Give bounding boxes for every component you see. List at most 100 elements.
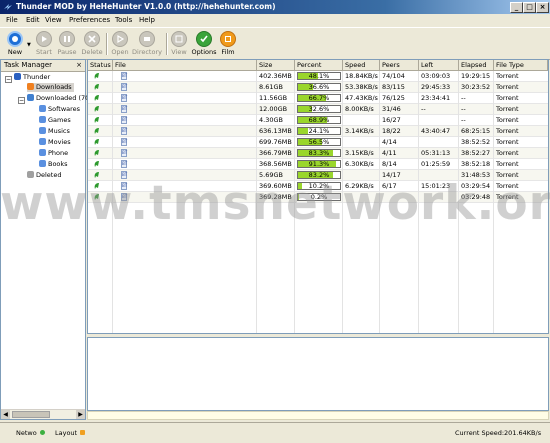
table-row[interactable]: BT369.28MB03:29:48Torrent0.2% [88, 192, 548, 203]
close-button[interactable]: × [536, 2, 549, 13]
column-elapsed[interactable]: Elapsed [459, 60, 494, 71]
table-row[interactable]: BT366.79MB3.15KB/s4/1105:31:1338:52:27To… [88, 148, 548, 159]
column-percent[interactable]: Percent [295, 60, 343, 71]
elapsed-cell: -- [459, 115, 494, 125]
column-divider [342, 71, 343, 333]
film-button[interactable]: Film [218, 31, 238, 58]
layout-status[interactable]: Layout [55, 429, 85, 437]
progress-bar: 36.6% [297, 83, 341, 91]
size-cell: 12.00GB [257, 104, 295, 114]
downloading-status-icon [93, 160, 101, 168]
title-bar[interactable]: Thunder MOD by HeHeHunter V1.0.0 (http:/… [0, 0, 550, 14]
table-row[interactable]: BT368.56MB6.30KB/s8/1401:25:5938:52:18To… [88, 159, 548, 170]
column-left[interactable]: Left [419, 60, 459, 71]
column-divider [458, 71, 459, 333]
elapsed-cell: -- [459, 104, 494, 114]
menu-view[interactable]: View [45, 16, 62, 24]
network-status-icon [40, 430, 45, 435]
menu-preferences[interactable]: Preferences [69, 16, 110, 24]
close-icon[interactable]: × [76, 60, 82, 71]
menu-file[interactable]: File [6, 16, 18, 24]
menu-tools[interactable]: Tools [115, 16, 132, 24]
tree-root-thunder[interactable]: Thunder [14, 73, 50, 82]
progress-bar: 24.1% [297, 127, 341, 135]
table-row[interactable]: BT4.30GB16/27--Torrent68.9% [88, 115, 548, 126]
new-button[interactable]: New [3, 31, 27, 58]
delete-button[interactable]: Delete [79, 31, 105, 58]
column-file-type[interactable]: File Type [494, 60, 548, 71]
left-cell: 23:34:41 [419, 93, 459, 103]
tree-item-downloaded[interactable]: Downloaded (70 [27, 94, 89, 103]
column-speed[interactable]: Speed [343, 60, 380, 71]
column-divider [379, 71, 380, 333]
open-icon [112, 31, 128, 47]
tree-item-games[interactable]: Games [39, 116, 71, 125]
elapsed-cell: 19:29:15 [459, 71, 494, 81]
percent-label: 91.3% [298, 161, 340, 167]
speed-cell: 53.38KB/s [343, 82, 380, 92]
table-row[interactable]: BT402.36MB18.84KB/s74/10403:09:0319:29:1… [88, 71, 548, 82]
tree-item-phone[interactable]: Phone [39, 149, 68, 158]
toolbar: New ▼ Start Pause Delete Open Directory [0, 27, 550, 60]
file-type-cell: Torrent [494, 104, 548, 114]
column-size[interactable]: Size [257, 60, 295, 71]
film-icon [220, 31, 236, 47]
torrent-file-icon: BT [121, 171, 127, 179]
status-bar: Netwo Layout Current Speed:201.64KB/s [0, 422, 550, 443]
column-status[interactable]: Status [88, 60, 113, 71]
table-row[interactable]: BT8.61GB53.38KB/s83/11529:45:3330:23:52T… [88, 82, 548, 93]
tree-item-label: Downloads [36, 83, 72, 91]
speed-cell [343, 137, 380, 147]
column-file[interactable]: File [113, 60, 257, 71]
maximize-button[interactable]: □ [523, 2, 536, 13]
start-label: Start [33, 48, 55, 56]
tree-item-downloads[interactable]: Downloads [27, 83, 74, 92]
scroll-left-icon[interactable]: ◀ [1, 410, 10, 419]
tree-item-deleted[interactable]: Deleted [27, 171, 61, 180]
menu-edit[interactable]: Edit [26, 16, 40, 24]
table-row[interactable]: BT5.69GB14/1731:48:53Torrent83.2% [88, 170, 548, 181]
tree-item-movies[interactable]: Movies [39, 138, 71, 147]
network-status[interactable]: Netwo [16, 429, 45, 437]
downloading-status-icon [93, 138, 101, 146]
table-row[interactable]: BT636.13MB3.14KB/s18/2243:40:4768:25:15T… [88, 126, 548, 137]
left-cell: 15:01:23 [419, 181, 459, 191]
start-button[interactable]: Start [33, 31, 55, 58]
speed-cell: 8.00KB/s [343, 104, 380, 114]
scroll-right-icon[interactable]: ▶ [76, 410, 85, 419]
elapsed-cell: 38:52:27 [459, 148, 494, 158]
progress-bar: 48.1% [297, 72, 341, 80]
collapse-icon[interactable]: − [18, 97, 25, 104]
pause-button[interactable]: Pause [55, 31, 79, 58]
downloading-status-icon [93, 83, 101, 91]
tree-item-books[interactable]: Books [39, 160, 68, 169]
percent-label: 24.1% [298, 128, 340, 134]
left-cell: 01:25:59 [419, 159, 459, 169]
collapse-icon[interactable]: − [5, 76, 12, 83]
column-divider [493, 71, 494, 333]
new-dropdown-icon[interactable]: ▼ [27, 42, 31, 48]
minimize-button[interactable]: _ [510, 2, 523, 13]
progress-bar: 68.9% [297, 116, 341, 124]
column-peers[interactable]: Peers [380, 60, 419, 71]
directory-button[interactable]: Directory [131, 31, 163, 58]
play-icon [36, 31, 52, 47]
options-button[interactable]: Options [191, 31, 217, 58]
file-type-cell: Torrent [494, 93, 548, 103]
torrent-file-icon: BT [121, 182, 127, 190]
speed-cell: 6.30KB/s [343, 159, 380, 169]
elapsed-cell: 38:52:18 [459, 159, 494, 169]
view-button[interactable]: View [169, 31, 189, 58]
tree-item-musics[interactable]: Musics [39, 127, 70, 136]
torrent-file-icon: BT [121, 138, 127, 146]
table-row[interactable]: BT11.56GB47.43KB/s76/12523:34:41--Torren… [88, 93, 548, 104]
table-row[interactable]: BT369.60MB6.29KB/s6/1715:01:2303:29:54To… [88, 181, 548, 192]
file-type-cell: Torrent [494, 126, 548, 136]
table-row[interactable]: BT12.00GB8.00KB/s31/46----Torrent32.6% [88, 104, 548, 115]
scrollbar-thumb[interactable] [12, 411, 50, 418]
table-row[interactable]: BT699.76MB4/1438:52:52Torrent56.5% [88, 137, 548, 148]
tree-item-softwares[interactable]: Softwares [39, 105, 80, 114]
menu-help[interactable]: Help [139, 16, 155, 24]
open-button[interactable]: Open [109, 31, 131, 58]
horizontal-scrollbar[interactable]: ◀ ▶ [1, 409, 85, 419]
